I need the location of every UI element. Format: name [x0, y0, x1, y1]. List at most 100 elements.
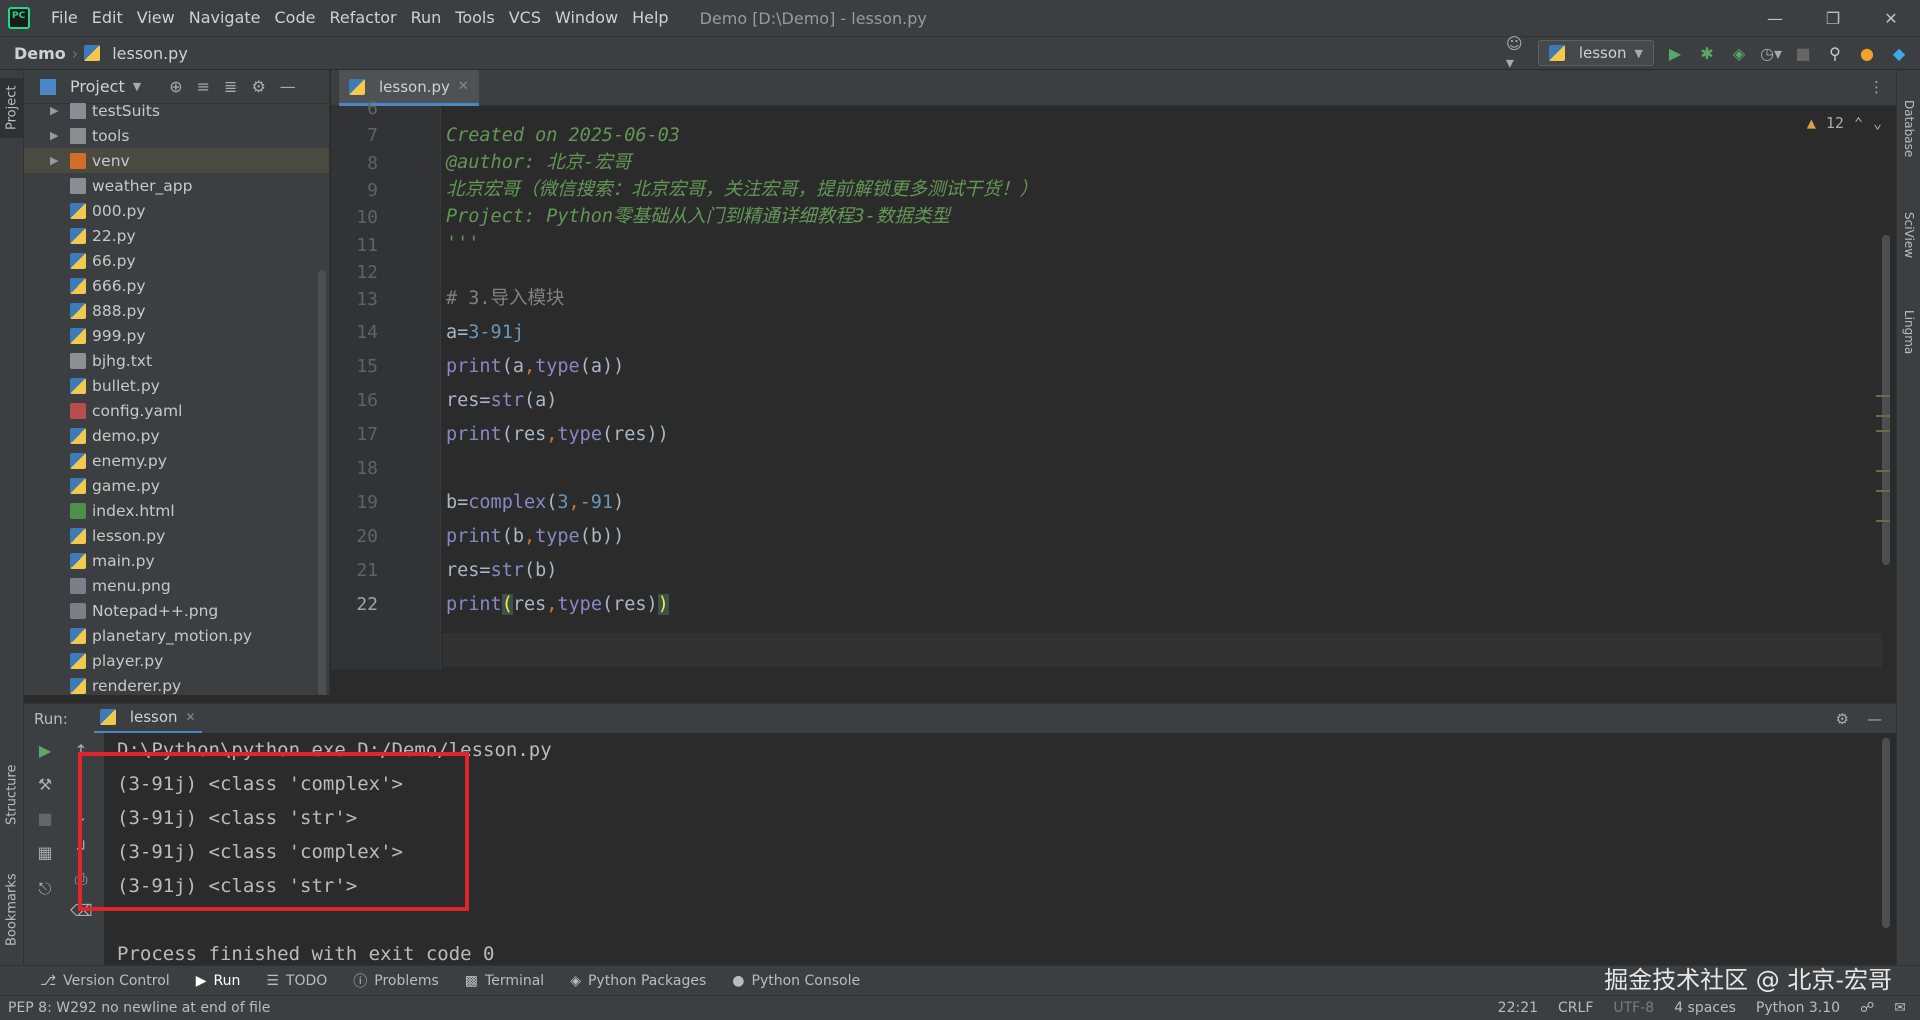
menu-run[interactable]: Run	[404, 0, 449, 36]
menu-edit[interactable]: Edit	[85, 0, 130, 36]
tree-item[interactable]: 999.py	[24, 323, 329, 348]
hide-icon[interactable]: —	[280, 77, 296, 96]
indent-setting[interactable]: 4 spaces	[1674, 1000, 1736, 1016]
tool-todo[interactable]: ☰ TODO	[266, 973, 327, 989]
coverage-icon[interactable]: ◈	[1728, 42, 1750, 64]
tree-item[interactable]: 66.py	[24, 248, 329, 273]
chevron-right-icon[interactable]: ▶	[50, 129, 62, 142]
side-tab-project[interactable]: Project	[0, 78, 24, 138]
menu-navigate[interactable]: Navigate	[182, 0, 268, 36]
search-icon[interactable]: ⚲	[1824, 42, 1846, 64]
gear-icon[interactable]: ⚙	[251, 77, 265, 96]
chevron-down-icon[interactable]: ⌄	[1873, 114, 1882, 132]
locate-icon[interactable]: ⊕	[169, 77, 182, 96]
tree-item[interactable]: ▶ testSuits	[24, 98, 329, 123]
menu-window[interactable]: Window	[548, 0, 625, 36]
tree-item[interactable]: index.html	[24, 498, 329, 523]
tool-problems[interactable]: ⓘ Problems	[353, 971, 439, 991]
tree-item[interactable]: menu.png	[24, 573, 329, 598]
wrench-icon[interactable]: ⚒	[34, 775, 56, 794]
tree-item[interactable]: game.py	[24, 473, 329, 498]
run-icon[interactable]: ▶	[1664, 42, 1686, 64]
stop-icon[interactable]: ■	[34, 809, 56, 828]
close-window-button[interactable]: ✕	[1862, 0, 1920, 36]
tool-python-packages[interactable]: ◈ Python Packages	[570, 973, 706, 989]
side-tab-structure[interactable]: Structure	[0, 750, 24, 840]
tree-item[interactable]: weather_app	[24, 173, 329, 198]
chevron-right-icon[interactable]: ▶	[50, 104, 62, 117]
tree-item[interactable]: player.py	[24, 648, 329, 673]
menu-view[interactable]: View	[130, 0, 182, 36]
lock-icon[interactable]: ☍	[1860, 1000, 1874, 1016]
breadcrumb-file[interactable]: lesson.py	[84, 44, 188, 63]
tree-item[interactable]: config.yaml	[24, 398, 329, 423]
tree-item[interactable]: renderer.py	[24, 673, 329, 695]
user-icon[interactable]: ☺▾	[1506, 34, 1528, 72]
restore-button[interactable]: ❐	[1804, 0, 1862, 36]
breadcrumb-project[interactable]: Demo	[14, 44, 66, 63]
tree-item[interactable]: enemy.py	[24, 448, 329, 473]
chevron-down-icon[interactable]: ▼	[133, 80, 141, 93]
profile-icon[interactable]: ◷▾	[1760, 42, 1782, 64]
run-configuration-select[interactable]: lesson ▼	[1537, 40, 1654, 66]
python-interpreter[interactable]: Python 3.10	[1756, 1000, 1840, 1016]
pin-icon[interactable]: ⎋	[34, 879, 56, 899]
menu-code[interactable]: Code	[268, 0, 323, 36]
tool-terminal[interactable]: ▩ Terminal	[465, 973, 544, 989]
line-separator[interactable]: CRLF	[1558, 1000, 1593, 1016]
tree-item[interactable]: planetary_motion.py	[24, 623, 329, 648]
minimize-button[interactable]: —	[1746, 0, 1804, 36]
hide-icon[interactable]: —	[1867, 710, 1882, 728]
tool-run[interactable]: ▶ Run	[196, 973, 241, 989]
status-message[interactable]: PEP 8: W292 no newline at end of file	[8, 1000, 270, 1016]
menu-help[interactable]: Help	[625, 0, 675, 36]
close-icon[interactable]: ✕	[186, 710, 196, 724]
layers-icon: ◈	[570, 972, 581, 989]
more-icon[interactable]: ⋮	[1869, 78, 1884, 96]
editor-scrollbar[interactable]	[1882, 235, 1890, 565]
tree-item[interactable]: lesson.py	[24, 523, 329, 548]
layout-icon[interactable]: ▦	[34, 843, 56, 862]
gear-icon[interactable]: ⚙	[1836, 710, 1849, 728]
tree-item[interactable]: main.py	[24, 548, 329, 573]
stop-icon[interactable]: ■	[1792, 42, 1814, 64]
plugin-icon[interactable]: ◆	[1888, 42, 1910, 64]
tree-item[interactable]: 000.py	[24, 198, 329, 223]
side-tab-bookmarks[interactable]: Bookmarks	[0, 860, 24, 960]
tree-item[interactable]: 888.py	[24, 298, 329, 323]
menu-tools[interactable]: Tools	[448, 0, 501, 36]
tree-item[interactable]: Notepad++.png	[24, 598, 329, 623]
code-editor[interactable]: ''' Created on 2025-06-03 @author: 北京-宏哥…	[442, 106, 1896, 669]
menu-vcs[interactable]: VCS	[502, 0, 548, 36]
expand-all-icon[interactable]: ≡	[197, 77, 210, 96]
tool-version-control[interactable]: ⎇ Version Control	[40, 973, 170, 989]
run-tab-lesson[interactable]: lesson ✕	[93, 704, 202, 734]
collapse-all-icon[interactable]: ≣	[224, 77, 237, 96]
menu-refactor[interactable]: Refactor	[322, 0, 403, 36]
project-scrollbar[interactable]	[318, 270, 326, 695]
tree-item[interactable]: 22.py	[24, 223, 329, 248]
tree-item[interactable]: 666.py	[24, 273, 329, 298]
close-icon[interactable]: ✕	[458, 79, 469, 94]
update-icon[interactable]: ●	[1856, 42, 1878, 64]
inspection-widget[interactable]: ▲ 12 ⌃ ⌄	[1807, 114, 1882, 132]
console-scrollbar[interactable]	[1882, 738, 1890, 928]
side-tab-lingma[interactable]: Lingma	[1897, 292, 1920, 372]
chevron-up-icon[interactable]: ⌃	[1854, 114, 1863, 132]
tree-item[interactable]: bullet.py	[24, 373, 329, 398]
caret-position[interactable]: 22:21	[1498, 1000, 1538, 1016]
file-encoding[interactable]: UTF-8	[1613, 1000, 1654, 1016]
side-tab-sciview[interactable]: SciView	[1897, 190, 1920, 280]
project-panel-title[interactable]: Project	[70, 77, 125, 96]
tree-item[interactable]: ▶ venv	[24, 148, 329, 173]
debug-icon[interactable]: ✱	[1696, 42, 1718, 64]
tree-item[interactable]: demo.py	[24, 423, 329, 448]
rerun-icon[interactable]: ▶	[34, 741, 56, 760]
menu-file[interactable]: File	[44, 0, 85, 36]
side-tab-database[interactable]: Database	[1897, 84, 1920, 174]
tool-python-console[interactable]: ● Python Console	[732, 973, 860, 989]
tree-item[interactable]: bjhg.txt	[24, 348, 329, 373]
tree-item[interactable]: ▶ tools	[24, 123, 329, 148]
notification-icon[interactable]: ✉	[1894, 1000, 1906, 1016]
chevron-right-icon[interactable]: ▶	[50, 154, 62, 167]
